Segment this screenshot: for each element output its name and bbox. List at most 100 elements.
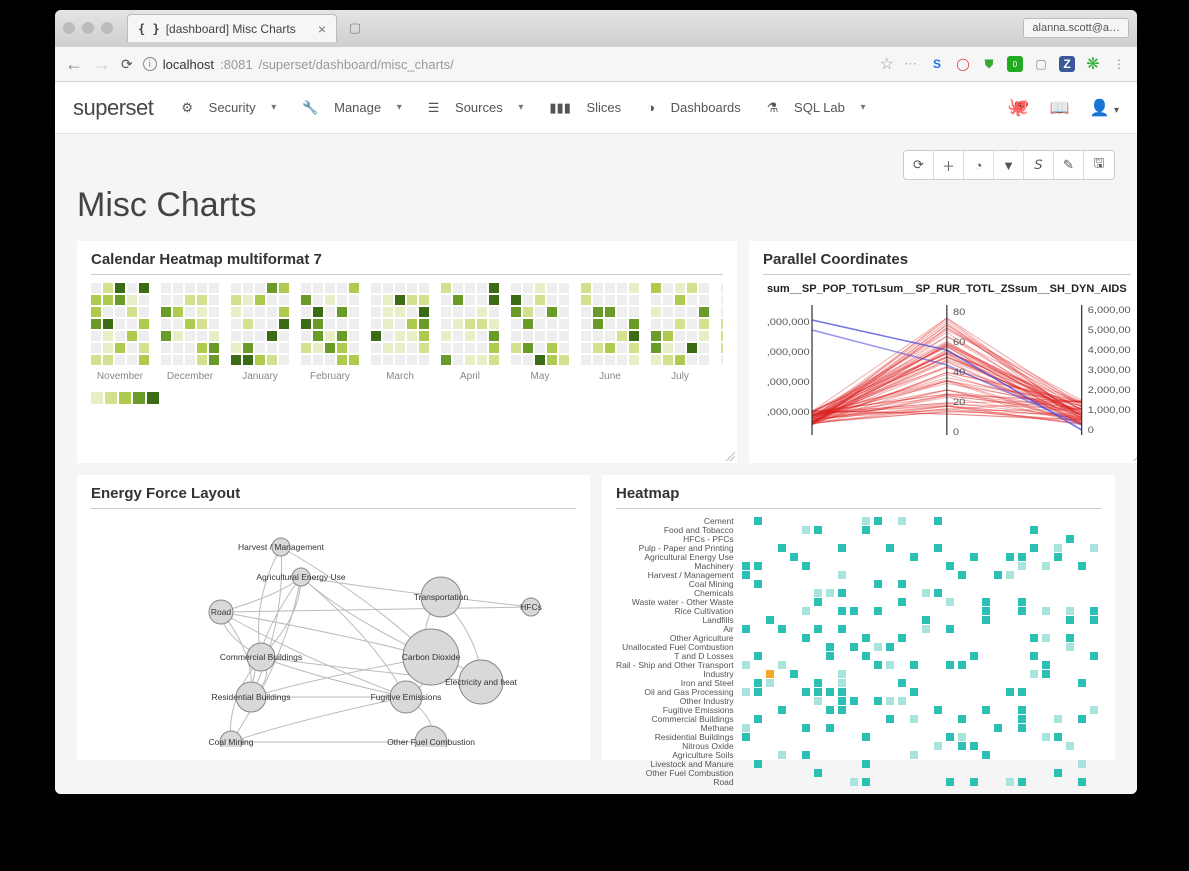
address-bar[interactable]: i localhost:8081/superset/dashboard/misc… — [143, 57, 870, 72]
svg-text:Harvest / Management: Harvest / Management — [238, 542, 325, 552]
resize-handle[interactable] — [725, 451, 735, 461]
extension-icons: S ◯ ⛊ 0 ▢ Z ❋ ⋮ — [929, 56, 1127, 72]
svg-text:Electricity and heat: Electricity and heat — [445, 677, 517, 687]
minimize-window-icon[interactable] — [82, 22, 94, 34]
menu-security[interactable]: ⚙ Security ▾ — [181, 100, 276, 116]
ext-icon-z[interactable]: Z — [1059, 56, 1075, 72]
resize-handle[interactable] — [1133, 451, 1137, 461]
wrench-icon: 🔧 — [302, 100, 318, 116]
axis-label: sum__SP_POP_TOTL — [767, 283, 881, 295]
svg-text:5,000,000: 5,000,000 — [1088, 326, 1131, 336]
month-label: February — [310, 371, 350, 382]
month-label: June — [599, 371, 621, 382]
docs-icon[interactable]: 📖 — [1050, 98, 1070, 118]
svg-text:40: 40 — [953, 368, 966, 378]
new-tab-button[interactable]: ▢ — [343, 16, 367, 40]
save-button[interactable]: 🖫 — [1084, 151, 1114, 179]
menu-sql-lab[interactable]: ⚗ SQL Lab ▾ — [767, 100, 866, 116]
ext-icon-green[interactable]: ❋ — [1085, 56, 1101, 72]
close-tab-icon[interactable]: × — [318, 21, 326, 37]
browser-tab[interactable]: { } [dashboard] Misc Charts × — [127, 14, 337, 42]
svg-text:HFCs: HFCs — [520, 602, 542, 612]
panel-title: Heatmap — [616, 485, 1101, 509]
app-root: superset ⚙ Security ▾ 🔧 Manage ▾ ☰ Sourc… — [55, 82, 1137, 794]
css-button[interactable]: 𝘚 — [1024, 151, 1054, 179]
panel-title: Calendar Heatmap multiformat 7 — [91, 251, 723, 275]
database-icon: ☰ — [428, 100, 440, 116]
add-button[interactable]: ＋ — [934, 151, 964, 179]
svg-text:Residential Buildings: Residential Buildings — [212, 692, 291, 702]
edit-button[interactable]: ✎ — [1054, 151, 1084, 179]
panel-calendar-heatmap[interactable]: Calendar Heatmap multiformat 7 NovemberD… — [77, 241, 737, 463]
month-label: July — [671, 371, 689, 382]
window-controls[interactable] — [63, 22, 113, 34]
svg-text:2,000,000: 2,000,000 — [1088, 386, 1131, 396]
svg-text:1,000,000: 1,000,000 — [1088, 406, 1131, 416]
svg-text:Carbon Dioxide: Carbon Dioxide — [402, 652, 461, 662]
svg-text:Road: Road — [211, 607, 232, 617]
menu-dashboards[interactable]: ◑ Dashboards — [647, 100, 741, 115]
svg-text:4,000,000: 4,000,000 — [1088, 346, 1131, 356]
dashboard-toolbar: ⟳ ＋ ◔ ▼ 𝘚 ✎ 🖫 — [903, 150, 1115, 180]
gear-icon: ⚙ — [181, 100, 193, 116]
month-label: March — [386, 371, 414, 382]
chevron-down-icon: ▾ — [397, 102, 402, 113]
url-host: localhost — [163, 57, 214, 72]
parallel-coords-svg: ,000,000 ,000,000 ,000,000 ,000,000 8060… — [763, 295, 1131, 445]
brand-logo[interactable]: superset — [73, 95, 153, 121]
clock-button[interactable]: ◔ — [964, 151, 994, 179]
zoom-window-icon[interactable] — [101, 22, 113, 34]
forward-button[interactable]: → — [93, 54, 111, 75]
filter-button[interactable]: ▼ — [994, 151, 1024, 179]
calendar-heatmap-body: NovemberDecemberJanuaryFebruaryMarchApri… — [91, 283, 723, 382]
reload-button[interactable]: ⟳ — [121, 56, 133, 73]
menu-manage[interactable]: 🔧 Manage ▾ — [302, 100, 401, 116]
user-menu[interactable]: 👤 ▾ — [1090, 98, 1119, 118]
top-nav: superset ⚙ Security ▾ 🔧 Manage ▾ ☰ Sourc… — [55, 82, 1137, 134]
address-bar-row: ← → ⟳ i localhost:8081/superset/dashboar… — [55, 46, 1137, 82]
axis-label: sum__SH_DYN_AIDS — [1015, 283, 1127, 295]
svg-text:Coal Mining: Coal Mining — [209, 737, 254, 747]
panel-parallel-coordinates[interactable]: Parallel Coordinates sum__SP_POP_TOTL su… — [749, 241, 1137, 463]
svg-text:Agricultural Energy Use: Agricultural Energy Use — [256, 572, 346, 582]
ext-icon-o[interactable]: ◯ — [955, 56, 971, 72]
browser-window: { } [dashboard] Misc Charts × ▢ alanna.s… — [55, 10, 1137, 794]
calendar-legend — [91, 392, 723, 404]
svg-text:80: 80 — [953, 308, 966, 318]
svg-text:Fugitive Emissions: Fugitive Emissions — [371, 692, 442, 702]
dashboard-content: ⟳ ＋ ◔ ▼ 𝘚 ✎ 🖫 Misc Charts Calendar Heatm… — [55, 134, 1137, 794]
site-info-icon[interactable]: i — [143, 57, 157, 71]
back-button[interactable]: ← — [65, 54, 83, 75]
force-layout-svg: Carbon DioxideElectricity and heatTransp… — [91, 517, 571, 747]
bookmark-star-icon[interactable]: ☆ — [880, 54, 894, 74]
panel-energy-force[interactable]: Energy Force Layout Carbon DioxideElectr… — [77, 475, 590, 760]
month-label: May — [531, 371, 550, 382]
ext-icon-box[interactable]: ▢ — [1033, 56, 1049, 72]
menu-sources[interactable]: ☰ Sources ▾ — [428, 100, 524, 116]
panel-heatmap[interactable]: Heatmap CementFood and TobaccoHFCs - PFC… — [602, 475, 1115, 760]
chevron-down-icon: ▾ — [518, 102, 523, 113]
parallel-coords-body: sum__SP_POP_TOTL sum__SP_RUR_TOTL_ZS sum… — [763, 283, 1131, 453]
profile-chip[interactable]: alanna.scott@a… — [1023, 18, 1129, 38]
heatmap-row-label: Road — [713, 778, 733, 787]
svg-text:,000,000: ,000,000 — [767, 348, 810, 358]
url-port: :8081 — [220, 57, 253, 72]
ext-icon-s[interactable]: S — [929, 56, 945, 72]
menu-slices[interactable]: ▮▮▮ Slices — [549, 100, 621, 116]
ext-icon-shield[interactable]: ⛊ — [981, 56, 997, 72]
chevron-down-icon: ▾ — [271, 102, 276, 113]
svg-text:60: 60 — [953, 338, 966, 348]
right-nav: 🐙 📖 👤 ▾ — [1007, 97, 1119, 118]
github-icon[interactable]: 🐙 — [1007, 97, 1029, 118]
heatmap-body: CementFood and TobaccoHFCs - PFCsPulp - … — [616, 517, 1101, 747]
chrome-menu-icon[interactable]: ⋮ — [1111, 56, 1127, 72]
panel-title: Parallel Coordinates — [763, 251, 1131, 275]
close-window-icon[interactable] — [63, 22, 75, 34]
svg-text:,000,000: ,000,000 — [767, 318, 810, 328]
axis-label: sum__SP_RUR_TOTL_ZS — [881, 283, 1015, 295]
chrome-tab-strip: { } [dashboard] Misc Charts × ▢ alanna.s… — [55, 10, 1137, 46]
refresh-button[interactable]: ⟳ — [904, 151, 934, 179]
ext-badge[interactable]: 0 — [1007, 56, 1023, 72]
favicon-icon: { } — [138, 22, 160, 36]
main-menu: ⚙ Security ▾ 🔧 Manage ▾ ☰ Sources ▾ ▮▮▮ … — [181, 100, 865, 116]
